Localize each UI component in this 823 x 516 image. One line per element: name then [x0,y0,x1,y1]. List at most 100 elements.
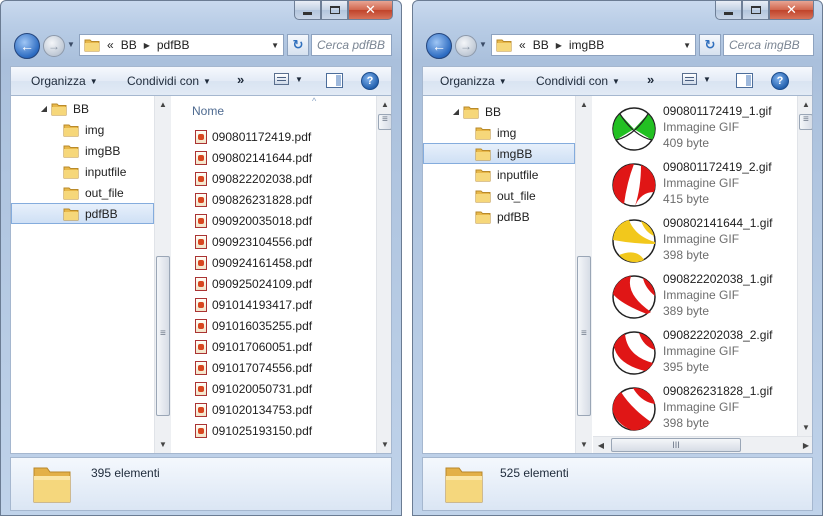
close-button[interactable]: ✕ [769,1,814,20]
pdf-file-icon [195,339,207,354]
list-item[interactable]: 090826231828_1.gif Immagine GIF 398 byte [611,384,793,436]
list-item[interactable]: 091025193150.pdf [195,420,312,441]
breadcrumb-imgbb[interactable]: imgBB [569,38,604,52]
tree-item-img[interactable]: img [423,122,575,143]
preview-pane-button[interactable] [326,73,343,88]
list-item[interactable]: 090822202038_1.gif Immagine GIF 389 byte [611,272,793,328]
list-item[interactable]: 090822202038.pdf [195,168,312,189]
list-item[interactable]: 091017074556.pdf [195,357,312,378]
refresh-button[interactable]: ↻ [699,34,721,56]
file-list-scrollbar[interactable]: ▲ ▼ [376,96,391,453]
list-item[interactable]: 090801172419_2.gif Immagine GIF 415 byte [611,160,793,216]
tree-item-pdfbb[interactable]: pdfBB [11,203,154,224]
scroll-up-icon[interactable]: ▲ [798,96,812,113]
maximize-button[interactable] [742,1,769,20]
expanded-arrow-icon[interactable]: ◢ [451,107,461,116]
tree-item-bb[interactable]: ◢ BB [423,101,575,122]
tree-item-bb[interactable]: ◢ BB [11,98,154,119]
list-item[interactable]: 090802141644.pdf [195,147,312,168]
scroll-left-icon[interactable]: ◀ [593,437,609,453]
recent-pages-dropdown[interactable]: ▼ [67,40,75,49]
tree-item-imgbb[interactable]: imgBB [423,143,575,164]
change-view-button[interactable]: ▼ [274,73,303,85]
scroll-down-icon[interactable]: ▼ [576,436,592,453]
scroll-down-icon[interactable]: ▼ [377,436,391,453]
more-commands-button[interactable]: » [237,72,244,87]
scrollbar-thumb[interactable] [799,114,812,130]
organize-button[interactable]: Organizza ▼ [440,74,507,88]
list-item[interactable]: 090925024109.pdf [195,273,312,294]
tree-item-pdfbb[interactable]: pdfBB [423,206,575,227]
breadcrumb-overflow[interactable]: « [519,38,526,52]
tile-view-scrollbar[interactable]: ▲ ▼ [797,96,812,436]
preview-pane-button[interactable] [736,73,753,88]
scrollbar-thumb[interactable] [156,256,170,416]
address-dropdown-icon[interactable]: ▼ [683,41,691,50]
scrollbar-thumb[interactable] [378,114,391,130]
forward-button[interactable]: → [43,35,65,57]
list-item[interactable]: 090802141644_1.gif Immagine GIF 398 byte [611,216,793,272]
address-dropdown-icon[interactable]: ▼ [271,41,279,50]
scroll-down-icon[interactable]: ▼ [798,419,812,436]
list-item[interactable]: 090920035018.pdf [195,210,312,231]
list-item[interactable]: 090822202038_2.gif Immagine GIF 395 byte [611,328,793,384]
column-header-name[interactable]: Nome [192,104,224,118]
tree-item-inputfile[interactable]: inputfile [423,164,575,185]
share-with-button[interactable]: Condividi con ▼ [536,74,620,88]
address-bar[interactable]: « BB ▶ pdfBB ▼ [79,34,284,56]
breadcrumb-bb[interactable]: BB [121,38,137,52]
scroll-up-icon[interactable]: ▲ [155,96,171,113]
breadcrumb-pdfbb[interactable]: pdfBB [157,38,190,52]
tree-item-inputfile[interactable]: inputfile [11,161,154,182]
list-item[interactable]: 090923104556.pdf [195,231,312,252]
breadcrumb-overflow[interactable]: « [107,38,114,52]
breadcrumb-bb[interactable]: BB [533,38,549,52]
close-button[interactable]: ✕ [348,1,393,20]
tree-item-img[interactable]: img [11,119,154,140]
scrollbar-thumb[interactable]: III [611,438,741,452]
recent-pages-dropdown[interactable]: ▼ [479,40,487,49]
minimize-button[interactable] [715,1,742,20]
list-item[interactable]: 091020050731.pdf [195,378,312,399]
more-commands-button[interactable]: » [647,72,654,87]
minimize-button[interactable] [294,1,321,20]
tree-item-out-file[interactable]: out_file [423,185,575,206]
tile-view-horizontal-scrollbar[interactable]: ◀ III ▶ [593,436,812,453]
breadcrumb-separator-icon[interactable]: ▶ [144,41,150,50]
list-item[interactable]: 090801172419_1.gif Immagine GIF 409 byte [611,104,793,160]
forward-arrow-icon: → [48,39,60,53]
tree-item-out-file[interactable]: out_file [11,182,154,203]
scroll-down-icon[interactable]: ▼ [155,436,171,453]
navigation-pane-scrollbar[interactable]: ▲ ▼ [154,96,171,453]
breadcrumb-separator-icon[interactable]: ▶ [556,41,562,50]
list-item[interactable]: 090826231828.pdf [195,189,312,210]
list-item[interactable]: 091020134753.pdf [195,399,312,420]
help-button[interactable]: ? [771,72,789,90]
scrollbar-thumb[interactable] [577,256,591,416]
scroll-right-icon[interactable]: ▶ [798,437,812,453]
scroll-up-icon[interactable]: ▲ [377,96,391,113]
help-button[interactable]: ? [361,72,379,90]
list-item[interactable]: 090924161458.pdf [195,252,312,273]
maximize-button[interactable] [321,1,348,20]
search-input[interactable]: Cerca imgBB [723,34,814,56]
file-name: 090822202038.pdf [212,171,313,186]
address-bar[interactable]: « BB ▶ imgBB ▼ [491,34,696,56]
back-button[interactable]: ← [14,33,40,59]
tree-item-imgbb[interactable]: imgBB [11,140,154,161]
list-item[interactable]: 091016035255.pdf [195,315,312,336]
list-item[interactable]: 091017060051.pdf [195,336,312,357]
refresh-button[interactable]: ↻ [287,34,309,56]
list-item[interactable]: 091014193417.pdf [195,294,312,315]
forward-button[interactable]: → [455,35,477,57]
navigation-pane-scrollbar[interactable]: ▲ ▼ [575,96,592,453]
search-input[interactable]: Cerca pdfBB [311,34,392,56]
share-with-button[interactable]: Condividi con ▼ [127,74,211,88]
scroll-up-icon[interactable]: ▲ [576,96,592,113]
tile-file-type: Immagine GIF [663,176,740,190]
expanded-arrow-icon[interactable]: ◢ [39,104,49,113]
organize-button[interactable]: Organizza ▼ [31,74,98,88]
list-item[interactable]: 090801172419.pdf [195,126,311,147]
change-view-button[interactable]: ▼ [682,73,711,85]
back-button[interactable]: ← [426,33,452,59]
